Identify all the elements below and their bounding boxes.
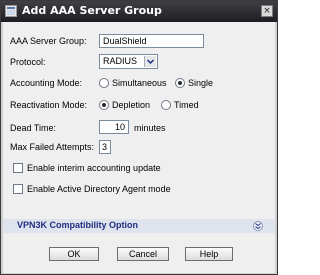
double-chevron-down-icon[interactable]	[253, 221, 263, 231]
accounting-mode-label: Accounting Mode:	[10, 78, 83, 88]
ad-agent-checkbox[interactable]	[13, 184, 23, 194]
reactivation-depletion-label: Depletion	[112, 100, 151, 110]
ad-agent-label: Enable Active Directory Agent mode	[27, 184, 171, 194]
accounting-simultaneous-radio[interactable]	[99, 78, 109, 88]
dead-time-unit: minutes	[134, 123, 166, 133]
interim-accounting-label: Enable interim accounting update	[27, 163, 161, 173]
dialog-window: Add AAA Server Group × AAA Server Group:…	[0, 0, 278, 275]
dead-time-label: Dead Time:	[10, 123, 57, 133]
protocol-label: Protocol:	[10, 57, 46, 67]
help-button[interactable]: Help	[185, 247, 233, 261]
interim-accounting-checkbox[interactable]	[13, 163, 23, 173]
accounting-single-label: Single	[188, 78, 214, 88]
close-button[interactable]: ×	[261, 5, 273, 17]
server-group-input[interactable]: DualShield	[99, 34, 204, 48]
accounting-simultaneous-label: Simultaneous	[112, 78, 167, 88]
protocol-select[interactable]: RADIUS	[99, 54, 158, 69]
protocol-value: RADIUS	[103, 56, 138, 66]
reactivation-timed-radio[interactable]	[161, 100, 171, 110]
max-failed-input[interactable]: 3	[99, 140, 111, 154]
app-icon	[5, 5, 17, 17]
reactivation-timed-label: Timed	[174, 100, 199, 110]
dead-time-input[interactable]: 10	[99, 120, 129, 134]
dialog-title: Add AAA Server Group	[22, 4, 162, 17]
title-bar[interactable]: Add AAA Server Group ×	[1, 1, 277, 22]
server-group-label: AAA Server Group:	[10, 36, 87, 46]
reactivation-mode-label: Reactivation Mode:	[10, 100, 88, 110]
reactivation-depletion-radio[interactable]	[99, 100, 109, 110]
ok-button[interactable]: OK	[49, 247, 99, 261]
dialog-body: AAA Server Group: DualShield Protocol: R…	[3, 22, 275, 273]
vpn3k-section-title: VPN3K Compatibility Option	[17, 220, 139, 230]
cancel-button[interactable]: Cancel	[117, 247, 169, 261]
max-failed-label: Max Failed Attempts:	[10, 142, 95, 152]
chevron-down-icon[interactable]	[144, 56, 156, 67]
accounting-single-radio[interactable]	[175, 78, 185, 88]
vpn3k-section-header[interactable]: VPN3K Compatibility Option	[3, 219, 275, 233]
